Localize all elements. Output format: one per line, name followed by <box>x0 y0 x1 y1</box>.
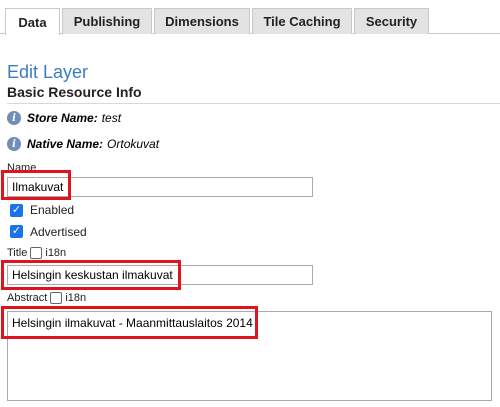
store-name-value: test <box>101 111 122 125</box>
page-title: Edit Layer <box>7 62 89 82</box>
section-title: Basic Resource Info <box>7 84 500 104</box>
abstract-i18n-checkbox[interactable] <box>50 292 63 304</box>
store-name-label: Store Name: <box>27 111 98 125</box>
native-name-value: Ortokuvat <box>107 137 160 151</box>
abstract-i18n-label: i18n <box>65 292 87 304</box>
title-input[interactable]: Helsingin keskustan ilmakuvat <box>7 265 313 285</box>
abstract-label: Abstract <box>7 292 48 304</box>
title-i18n-label: i18n <box>45 247 67 259</box>
tab-tile-caching[interactable]: Tile Caching <box>252 8 352 34</box>
native-name-label: Native Name: <box>27 137 104 151</box>
abstract-label-row: Abstract i18n <box>7 292 86 304</box>
abstract-textarea[interactable]: Helsingin ilmakuvat - Maanmittauslaitos … <box>7 311 492 401</box>
enabled-checkbox[interactable]: ✓ <box>10 204 23 217</box>
name-input[interactable]: Ilmakuvat <box>7 177 313 197</box>
store-name-row: i Store Name: test <box>7 110 121 126</box>
advertised-checkbox[interactable]: ✓ <box>10 225 23 238</box>
tab-dimensions[interactable]: Dimensions <box>154 8 250 34</box>
tab-data[interactable]: Data <box>5 8 60 35</box>
title-i18n-checkbox[interactable] <box>30 247 43 259</box>
info-icon: i <box>7 137 21 151</box>
title-label-row: Title i18n <box>7 247 66 259</box>
tab-bar: Data Publishing Dimensions Tile Caching … <box>0 0 500 35</box>
tab-security[interactable]: Security <box>354 8 429 34</box>
native-name-row: i Native Name: Ortokuvat <box>7 136 159 152</box>
tab-publishing[interactable]: Publishing <box>62 8 152 34</box>
advertised-label: Advertised <box>30 225 87 239</box>
info-icon: i <box>7 111 21 125</box>
enabled-label: Enabled <box>30 203 75 217</box>
name-label: Name <box>7 162 37 174</box>
title-label: Title <box>7 247 28 259</box>
